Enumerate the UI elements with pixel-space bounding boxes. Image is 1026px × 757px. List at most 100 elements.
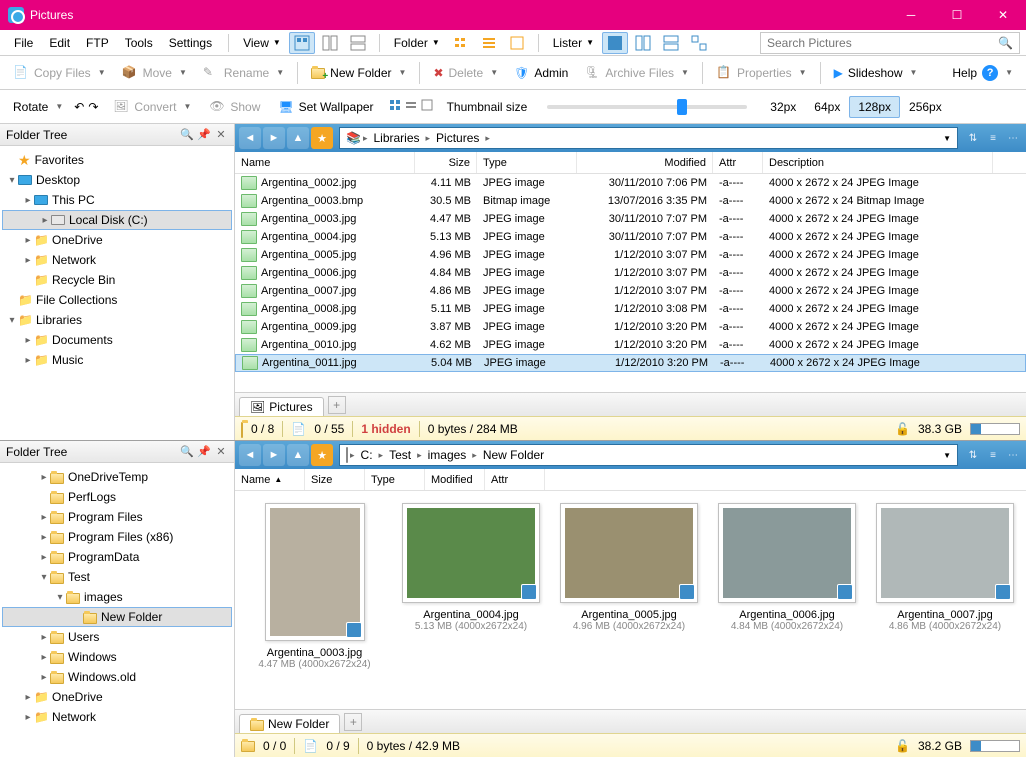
- column-type[interactable]: Type: [477, 152, 577, 173]
- lister-mode-2-icon[interactable]: [630, 32, 656, 54]
- nav-more-icon[interactable]: ⋯: [1004, 444, 1022, 466]
- minimize-button[interactable]: ─: [888, 0, 934, 30]
- nav-up-button[interactable]: ▲: [287, 127, 309, 149]
- tree-node-new-folder[interactable]: New Folder: [2, 607, 232, 627]
- tree-search-icon[interactable]: 🔍: [180, 445, 194, 459]
- new-folder-button[interactable]: +New Folder▼: [304, 60, 413, 86]
- tree-node-onedrive[interactable]: ▸📁OneDrive: [2, 230, 232, 250]
- tree-pin-icon[interactable]: 📌: [197, 128, 211, 142]
- nav-expand-icon[interactable]: ≡: [984, 127, 1002, 149]
- file-row[interactable]: Argentina_0006.jpg4.84 MBJPEG image1/12/…: [235, 264, 1026, 282]
- tree-node-onedrive[interactable]: ▸📁OneDrive: [2, 687, 232, 707]
- thumbsize-256px[interactable]: 256px: [900, 96, 951, 118]
- lister-mode-1-icon[interactable]: [602, 32, 628, 54]
- file-row[interactable]: Argentina_0011.jpg5.04 MBJPEG image1/12/…: [235, 354, 1026, 372]
- nav-collapse-icon[interactable]: ⇅: [964, 127, 982, 149]
- tree-node-onedrivetemp[interactable]: ▸OneDriveTemp: [2, 467, 232, 487]
- rotate-button[interactable]: Rotate▼: [6, 94, 70, 120]
- slider-thumb[interactable]: [677, 99, 687, 115]
- column-modified[interactable]: Modified: [425, 469, 485, 490]
- tree-node-programdata[interactable]: ▸ProgramData: [2, 547, 232, 567]
- tree-pin-icon[interactable]: 📌: [197, 445, 211, 459]
- menu-tools[interactable]: Tools: [117, 33, 161, 53]
- properties-button[interactable]: 📋Properties▼: [709, 60, 814, 86]
- thumbnail[interactable]: Argentina_0006.jpg4.84 MB (4000x2672x24): [718, 503, 856, 632]
- search-input[interactable]: [767, 36, 998, 50]
- admin-button[interactable]: 🛡Admin: [507, 60, 575, 86]
- column-type[interactable]: Type: [365, 469, 425, 490]
- menu-file[interactable]: File: [6, 33, 41, 53]
- tab-add-button[interactable]: +: [344, 713, 362, 731]
- tree-node-program-files-x86-[interactable]: ▸Program Files (x86): [2, 527, 232, 547]
- help-button[interactable]: Help?▼: [945, 60, 1020, 86]
- nav-back-button[interactable]: ◄: [239, 127, 261, 149]
- file-row[interactable]: Argentina_0007.jpg4.86 MBJPEG image1/12/…: [235, 282, 1026, 300]
- folder-mode-1-icon[interactable]: [448, 32, 474, 54]
- close-button[interactable]: ✕: [980, 0, 1026, 30]
- tree-node-recycle-bin[interactable]: 📁Recycle Bin: [2, 270, 232, 290]
- thumbsize-128px[interactable]: 128px: [849, 96, 900, 118]
- copy-files-button[interactable]: 📄Copy Files▼: [6, 60, 113, 86]
- tree-node-users[interactable]: ▸Users: [2, 627, 232, 647]
- rotate-right-icon[interactable]: ↷: [88, 100, 98, 114]
- tree-close-icon[interactable]: ✕: [214, 128, 228, 142]
- thumbnail-size-slider[interactable]: [547, 105, 747, 109]
- tree-search-icon[interactable]: 🔍: [180, 128, 194, 142]
- tree-node-test[interactable]: ▾Test: [2, 567, 232, 587]
- view-mode-2-icon[interactable]: [317, 32, 343, 54]
- tree-node-this-pc[interactable]: ▸This PC: [2, 190, 232, 210]
- tab-add-button[interactable]: +: [328, 396, 346, 414]
- view-mode-1-icon[interactable]: [289, 32, 315, 54]
- tree-close-icon[interactable]: ✕: [214, 445, 228, 459]
- nav-up-button[interactable]: ▲: [287, 444, 309, 466]
- tree-node-program-files[interactable]: ▸Program Files: [2, 507, 232, 527]
- breadcrumb-root-icon[interactable]: 📚: [346, 131, 361, 145]
- delete-button[interactable]: ✖Delete▼: [426, 60, 505, 86]
- tree-node-network[interactable]: ▸📁Network: [2, 707, 232, 727]
- thumbnail[interactable]: Argentina_0003.jpg4.47 MB (4000x2672x24): [247, 503, 382, 670]
- column-attr[interactable]: Attr: [713, 152, 763, 173]
- file-row[interactable]: Argentina_0002.jpg4.11 MBJPEG image30/11…: [235, 174, 1026, 192]
- archive-button[interactable]: 🗜Archive Files▼: [577, 60, 696, 86]
- tree-node-local-disk-c-[interactable]: ▸Local Disk (C:): [2, 210, 232, 230]
- tree-node-network[interactable]: ▸📁Network: [2, 250, 232, 270]
- file-row[interactable]: Argentina_0004.jpg5.13 MBJPEG image30/11…: [235, 228, 1026, 246]
- file-row[interactable]: Argentina_0010.jpg4.62 MBJPEG image1/12/…: [235, 336, 1026, 354]
- thumb-layout-1-icon[interactable]: [389, 99, 401, 114]
- tree-node-libraries[interactable]: ▾📁Libraries: [2, 310, 232, 330]
- tree-node-favorites[interactable]: ★Favorites: [2, 150, 232, 170]
- rotate-left-icon[interactable]: ↶: [74, 100, 84, 114]
- move-button[interactable]: 📦Move▼: [115, 60, 194, 86]
- view-mode-3-icon[interactable]: [345, 32, 371, 54]
- thumbsize-64px[interactable]: 64px: [805, 96, 849, 118]
- thumbsize-32px[interactable]: 32px: [761, 96, 805, 118]
- tab-new-folder[interactable]: New Folder: [239, 714, 340, 733]
- nav-expand-icon[interactable]: ≡: [984, 444, 1002, 466]
- menu-edit[interactable]: Edit: [41, 33, 78, 53]
- search-box[interactable]: 🔍: [760, 32, 1020, 54]
- file-row[interactable]: Argentina_0009.jpg3.87 MBJPEG image1/12/…: [235, 318, 1026, 336]
- column-name[interactable]: Name: [235, 152, 415, 173]
- tree-node-windows-old[interactable]: ▸Windows.old: [2, 667, 232, 687]
- folder-menu[interactable]: Folder ▼: [388, 34, 446, 52]
- file-row[interactable]: Argentina_0008.jpg5.11 MBJPEG image1/12/…: [235, 300, 1026, 318]
- nav-favorite-button[interactable]: ★: [311, 444, 333, 466]
- nav-back-button[interactable]: ◄: [239, 444, 261, 466]
- folder-mode-3-icon[interactable]: [504, 32, 530, 54]
- lister-menu[interactable]: Lister ▼: [547, 34, 600, 52]
- tree-node-windows[interactable]: ▸Windows: [2, 647, 232, 667]
- breadcrumb-top[interactable]: 📚 ▸ Libraries ▸ Pictures ▸ ▼: [339, 127, 958, 149]
- column-attr[interactable]: Attr: [485, 469, 545, 490]
- nav-favorite-button[interactable]: ★: [311, 127, 333, 149]
- thumbnail[interactable]: Argentina_0004.jpg5.13 MB (4000x2672x24): [402, 503, 540, 632]
- column-size[interactable]: Size: [415, 152, 477, 173]
- thumb-layout-2-icon[interactable]: [405, 99, 417, 114]
- rename-button[interactable]: ✎Rename▼: [196, 60, 291, 86]
- column-size[interactable]: Size: [305, 469, 365, 490]
- column-name[interactable]: Name ▲: [235, 469, 305, 490]
- tree-node-perflogs[interactable]: PerfLogs: [2, 487, 232, 507]
- thumb-layout-3-icon[interactable]: [421, 99, 433, 114]
- column-modified[interactable]: Modified: [577, 152, 713, 173]
- nav-forward-button[interactable]: ►: [263, 444, 285, 466]
- menu-settings[interactable]: Settings: [161, 33, 220, 53]
